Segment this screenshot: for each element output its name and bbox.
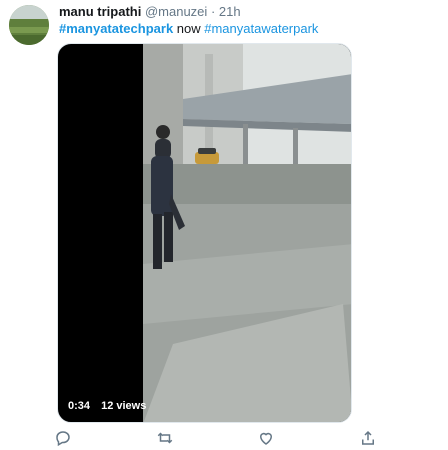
video-frame [143, 44, 351, 422]
tweet-header: manu tripathi @manuzei · 21h [59, 4, 241, 20]
share-icon[interactable] [359, 429, 377, 447]
hashtag-manyatatechpark[interactable]: #manyatatechpark [59, 21, 173, 36]
author-name[interactable]: manu tripathi [59, 4, 141, 19]
video-info: 0:34 12 views [68, 400, 146, 412]
like-icon[interactable] [257, 429, 275, 447]
hashtag-manyatawaterpark[interactable]: #manyatawaterpark [204, 21, 318, 36]
tweet-timestamp[interactable]: 21h [219, 4, 241, 19]
video-player[interactable]: 0:34 12 views [57, 43, 352, 423]
retweet-icon[interactable] [156, 429, 174, 447]
separator-dot: · [210, 4, 216, 19]
video-views: 12 views [101, 400, 147, 412]
tweet-text: #manyatatechpark now #manyatawaterpark [59, 21, 318, 37]
reply-icon[interactable] [54, 429, 72, 447]
tweet-text-plain: now [173, 21, 205, 36]
video-duration: 0:34 [68, 400, 91, 412]
avatar[interactable] [9, 5, 49, 45]
tweet-actions [54, 429, 384, 447]
author-handle[interactable]: @manuzei [145, 4, 207, 19]
